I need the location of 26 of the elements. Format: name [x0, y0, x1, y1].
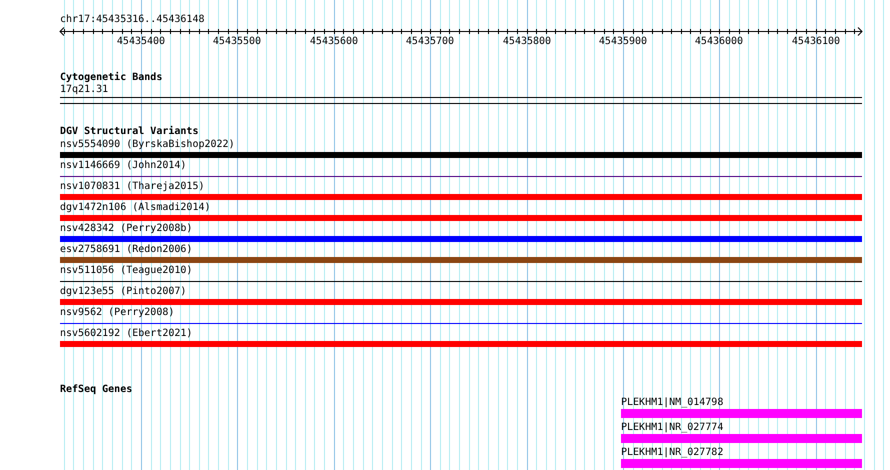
variant-label: esv2758691 (Redon2006) [60, 243, 194, 256]
gene-label: PLEKHM1|NM_014798 [621, 397, 724, 409]
band-label: 17q21.31 [60, 84, 110, 96]
tick-label: 45436000 [694, 36, 744, 48]
variant-label: nsv1146669 (John2014) [60, 159, 188, 172]
tick-label: 45435500 [212, 36, 262, 48]
variant-label: dgv1472n106 (Alsmadi2014) [60, 201, 212, 214]
variant-label: nsv1070831 (Thareja2015) [60, 180, 206, 193]
tick-label: 45435400 [116, 36, 166, 48]
gene-label: PLEKHM1|NR_027774 [621, 422, 724, 434]
tick-label: 45435800 [502, 36, 552, 48]
range-label: chr17:45435316..45436148 [60, 14, 206, 26]
tick-label: 45436100 [792, 36, 840, 48]
tick-label: 45435600 [310, 36, 358, 48]
variant-label: nsv5554090 (ByrskaBishop2022) [60, 138, 236, 151]
tick-label: 45435900 [598, 36, 648, 48]
variant-label: dgv123e55 (Pinto2007) [60, 285, 188, 298]
variant-label: nsv511056 (Teague2010) [60, 264, 194, 277]
variant-label: nsv9562 (Perry2008) [60, 306, 176, 319]
track-title: RefSeq Genes [60, 384, 134, 396]
track-title: Cytogenetic Bands [60, 72, 164, 84]
variant-label: nsv428342 (Perry2008b) [60, 222, 194, 235]
tick-label: 45435700 [406, 36, 454, 48]
variant-label: nsv5602192 (Ebert2021) [60, 327, 194, 340]
gene-label: PLEKHM1|NR_027782 [621, 447, 724, 459]
track-title: DGV Structural Variants [60, 126, 200, 138]
